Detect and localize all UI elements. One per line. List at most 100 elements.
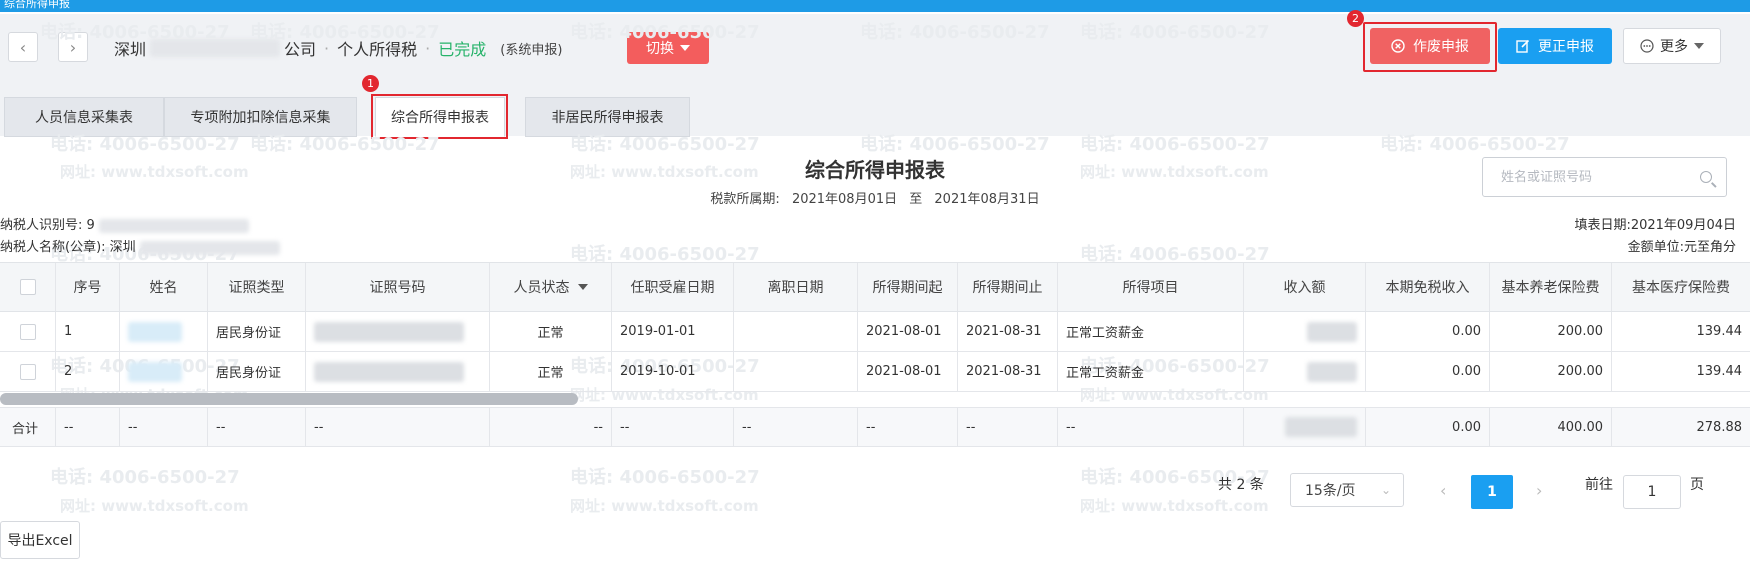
page-unit-label: 页 <box>1690 477 1704 493</box>
total-dash: -- <box>208 408 306 446</box>
cell-medical: 139.44 <box>1696 364 1743 379</box>
period-end: 2021年08月31日 <box>934 192 1040 207</box>
cell-id-number <box>306 312 490 351</box>
cell-status: 正常 <box>490 312 612 351</box>
total-tax-free: 0.00 <box>1366 408 1490 446</box>
pagination-total: 共 2 条 <box>1218 477 1264 493</box>
col-header: 所得项目 <box>1058 263 1244 311</box>
redacted-taxpayer-id <box>98 218 249 233</box>
total-label: 合计 <box>0 408 56 446</box>
cell-period-start: 2021-08-01 <box>858 352 958 391</box>
page-size-value: 15条/页 <box>1305 483 1356 499</box>
window-title: 综合所得申报 <box>4 0 70 10</box>
col-header: 所得期间止 <box>958 263 1058 311</box>
next-page-button[interactable]: › <box>1536 481 1542 500</box>
cell-id-type: 居民身份证 <box>208 352 306 391</box>
redacted-total-income <box>1285 417 1357 437</box>
tab-special-deduction[interactable]: 专项附加扣除信息采集 <box>164 97 357 137</box>
breadcrumb-location: 深圳 <box>114 40 147 59</box>
annotation-highlight-tab <box>371 94 508 139</box>
search-icon[interactable] <box>1700 171 1712 183</box>
more-dots-icon <box>1640 39 1654 53</box>
total-medical: 278.88 <box>1696 419 1743 435</box>
watermark-url: 网址: www.tdxsoft.com <box>570 497 759 515</box>
switch-button[interactable]: 切换 <box>627 32 709 64</box>
search-box <box>1482 157 1727 197</box>
total-dash: -- <box>612 408 734 446</box>
cell-period-end: 2021-08-31 <box>958 352 1058 391</box>
page-number-current[interactable]: 1 <box>1471 475 1513 509</box>
window-titlebar: 综合所得申报 <box>0 0 1750 12</box>
cell-leave-date <box>734 312 858 351</box>
cell-income <box>1244 352 1366 391</box>
table-header: 序号 姓名 证照类型 证照号码 人员状态 任职受雇日期 离职日期 所得期间起 所… <box>0 262 1750 312</box>
total-pension: 400.00 <box>1490 408 1612 446</box>
redacted-id-number <box>314 361 464 382</box>
taxpayer-name-label: 纳税人名称(公章): <box>0 240 106 255</box>
redacted-name <box>128 321 182 342</box>
forward-button[interactable]: › <box>58 32 88 62</box>
cell-status: 正常 <box>490 352 612 391</box>
export-excel-button[interactable]: 导出Excel <box>0 521 80 559</box>
cell-leave-date <box>734 352 858 391</box>
cell-period-end: 2021-08-31 <box>958 312 1058 351</box>
col-header: 所得期间起 <box>858 263 958 311</box>
redacted-name <box>128 361 182 382</box>
cell-hire-date: 2019-01-01 <box>612 312 734 351</box>
total-income <box>1244 408 1366 446</box>
chevron-left-icon: ‹ <box>1440 481 1447 500</box>
caret-down-icon <box>1694 43 1704 49</box>
fill-date: 填表日期:2021年09月04日 <box>1574 218 1736 233</box>
cell-medical: 139.44 <box>1696 324 1743 339</box>
taxpayer-name-value: 深圳 <box>109 240 136 255</box>
cell-income-item: 正常工资薪金 <box>1058 312 1244 351</box>
cell-id-number <box>306 352 490 391</box>
total-dash: -- <box>734 408 858 446</box>
tab-non-resident-income[interactable]: 非居民所得申报表 <box>525 97 690 137</box>
redacted-income <box>1307 361 1357 382</box>
chevron-right-icon: › <box>69 37 77 57</box>
select-all-checkbox[interactable] <box>19 279 36 295</box>
watermark-phone: 电话: 4006-6500-27 <box>570 467 760 488</box>
col-header: 本期免税收入 <box>1366 263 1490 311</box>
chevron-down-icon: ⌄ <box>1380 483 1391 497</box>
cell-tax-free: 0.00 <box>1366 352 1490 391</box>
row-checkbox[interactable] <box>19 363 36 380</box>
more-button[interactable]: 更多 <box>1623 28 1721 64</box>
tab-personnel-info[interactable]: 人员信息采集表 <box>4 97 164 137</box>
table-row[interactable]: 1 居民身份证 正常 2019-01-01 2021-08-01 2021-08… <box>0 312 1750 352</box>
watermark-phone: 电话: 4006-6500-27 <box>50 467 240 488</box>
period-separator: 至 <box>909 192 923 207</box>
col-header: 收入额 <box>1244 263 1366 311</box>
breadcrumb-company: 公司 <box>284 40 317 59</box>
col-header: 证照号码 <box>306 263 490 311</box>
cell-name <box>120 352 208 391</box>
chevron-left-icon: ‹ <box>19 37 27 57</box>
cell-no: 1 <box>56 312 120 351</box>
cell-income-item: 正常工资薪金 <box>1058 352 1244 391</box>
table-row[interactable]: 2 居民身份证 正常 2019-10-01 2021-08-01 2021-08… <box>0 352 1750 392</box>
col-header: 序号 <box>56 263 120 311</box>
col-header-status[interactable]: 人员状态 <box>490 263 612 311</box>
back-button[interactable]: ‹ <box>8 32 38 62</box>
redacted-id-number <box>314 321 464 342</box>
breadcrumb-separator: · <box>425 38 431 58</box>
breadcrumb: 深圳 公司 · 个人所得税 · 已完成 (系统申报) <box>114 36 562 60</box>
cell-pension: 200.00 <box>1490 312 1612 351</box>
declare-mode: (系统申报) <box>500 42 563 58</box>
row-select-cell <box>0 312 56 351</box>
prev-page-button[interactable]: ‹ <box>1440 481 1446 500</box>
goto-label: 前往 <box>1585 477 1613 493</box>
correct-declaration-button[interactable]: 更正申报 <box>1498 28 1612 64</box>
horizontal-scrollbar[interactable] <box>0 393 578 405</box>
row-checkbox[interactable] <box>19 323 36 340</box>
taxpayer-id-value: 9 <box>86 218 95 233</box>
page-size-select[interactable]: 15条/页 ⌄ <box>1290 473 1404 507</box>
taxpayer-id-line: 纳税人识别号: 9 <box>0 214 249 233</box>
search-input[interactable] <box>1501 158 1701 196</box>
col-header: 离职日期 <box>734 263 858 311</box>
col-header-status-label: 人员状态 <box>513 280 570 296</box>
goto-page-input[interactable] <box>1623 475 1681 509</box>
cell-name <box>120 312 208 351</box>
watermark-url: 网址: www.tdxsoft.com <box>1080 497 1269 515</box>
